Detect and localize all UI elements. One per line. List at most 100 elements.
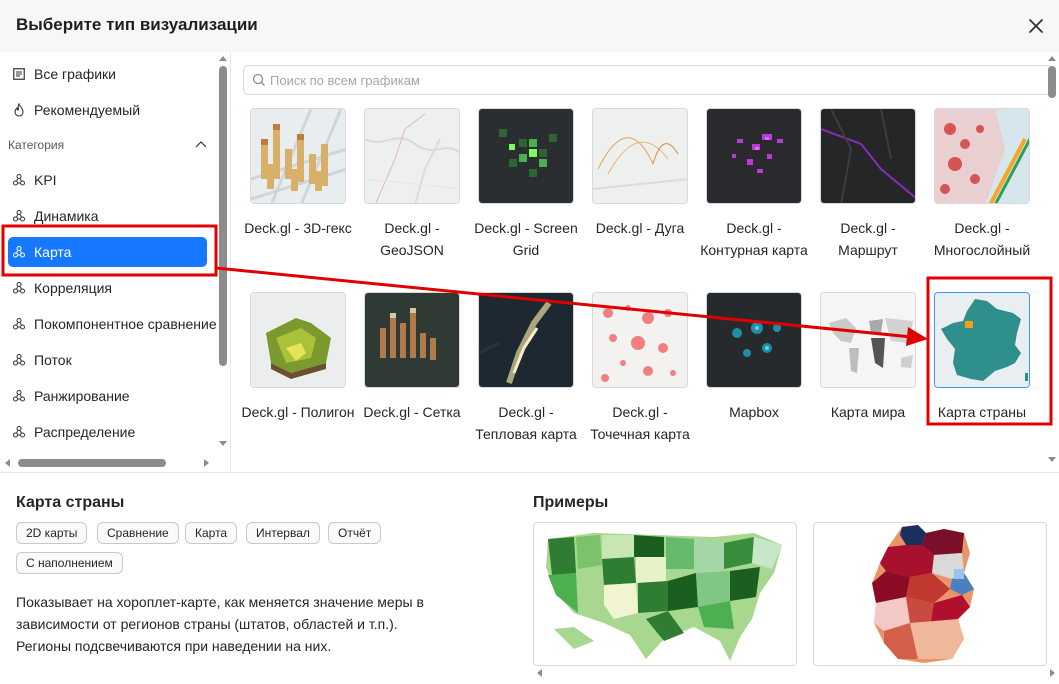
sidebar-item-label: Распределение bbox=[34, 424, 136, 440]
gallery-vertical-scrollbar[interactable] bbox=[1045, 52, 1059, 472]
category-icon bbox=[12, 353, 26, 367]
tag-map: Карта bbox=[185, 522, 238, 544]
sidebar-vertical-scrollbar[interactable] bbox=[216, 52, 230, 450]
close-button[interactable] bbox=[1023, 13, 1049, 39]
details-pane: Карта страны 2D карты Сравнение Карта Ин… bbox=[0, 472, 1059, 684]
tag-filled: С наполнением bbox=[16, 552, 123, 574]
chart-thumbnail bbox=[364, 108, 460, 204]
sidebar-horizontal-scrollbar[interactable] bbox=[0, 455, 216, 471]
search-input[interactable] bbox=[270, 70, 1040, 90]
category-icon bbox=[12, 317, 26, 331]
category-icon bbox=[12, 281, 26, 295]
chart-card-label: Deck.gl - Контурная карта bbox=[700, 220, 808, 258]
chart-card-label: Deck.gl - Screen Grid bbox=[474, 220, 578, 258]
chart-thumbnail bbox=[592, 108, 688, 204]
chart-thumbnail bbox=[706, 108, 802, 204]
dialog-header: Выберите тип визуализации bbox=[0, 0, 1059, 52]
chart-thumbnail bbox=[592, 292, 688, 388]
chart-card-label: Deck.gl - Дуга bbox=[595, 220, 685, 236]
chart-card-deckgl-screen-grid[interactable]: Deck.gl - Screen Grid bbox=[469, 104, 579, 282]
detail-title: Карта страны bbox=[16, 494, 125, 511]
detail-description: Показывает на хороплет-карте, как меняет… bbox=[16, 594, 424, 654]
chart-card-label: Deck.gl - GeoJSON bbox=[380, 220, 444, 258]
examples-horizontal-scrollbar[interactable] bbox=[533, 666, 1059, 680]
chart-card-label: Mapbox bbox=[729, 404, 779, 420]
category-label: Категория bbox=[8, 138, 65, 152]
sidebar-item-dynamics[interactable]: Динамика bbox=[8, 201, 208, 231]
chart-card-deckgl-multilayer[interactable]: Deck.gl - Многослойный bbox=[925, 104, 1035, 282]
chart-thumbnail bbox=[934, 108, 1030, 204]
chart-card-label: Deck.gl - Точечная карта bbox=[590, 404, 690, 442]
fire-icon bbox=[12, 103, 26, 117]
sidebar-item-label: Корреляция bbox=[34, 280, 113, 296]
examples-title: Примеры bbox=[533, 494, 609, 511]
close-icon[interactable] bbox=[1023, 13, 1049, 39]
tag-comparison: Сравнение bbox=[97, 522, 179, 544]
sidebar-item-kpi[interactable]: KPI bbox=[8, 165, 208, 195]
tag-2d-maps: 2D карты bbox=[16, 522, 88, 544]
chart-thumbnail bbox=[820, 108, 916, 204]
chart-card-deckgl-geojson[interactable]: Deck.gl - GeoJSON bbox=[355, 104, 465, 282]
chart-card-label: Deck.gl - Тепловая карта bbox=[475, 404, 577, 442]
sidebar-item-recommended[interactable]: Рекомендуемый bbox=[8, 95, 208, 125]
sidebar-item-label: Ранжирование bbox=[34, 388, 130, 404]
chevron-up-icon[interactable] bbox=[194, 138, 208, 152]
chart-card-country-map[interactable]: Карта страны bbox=[925, 288, 1035, 466]
us-choropleth-image bbox=[546, 533, 782, 661]
sidebar-item-label: Рекомендуемый bbox=[34, 102, 141, 118]
chart-card-label: Deck.gl - Многослойный bbox=[933, 220, 1031, 258]
germany-choropleth-image bbox=[872, 525, 974, 663]
chart-card-label: Deck.gl - 3D-гекс bbox=[244, 220, 352, 236]
chart-thumbnail bbox=[706, 292, 802, 388]
sidebar-item-label: Покомпонентное сравнение bbox=[34, 316, 217, 332]
sidebar-item-correlation[interactable]: Корреляция bbox=[8, 273, 208, 303]
sidebar-item-distribution[interactable]: Распределение bbox=[8, 417, 208, 447]
category-icon bbox=[12, 389, 26, 403]
chart-card-label: Deck.gl - Маршрут bbox=[838, 220, 898, 258]
category-icon bbox=[12, 209, 26, 223]
sidebar-item-label: Динамика bbox=[34, 208, 99, 224]
category-icon bbox=[12, 245, 26, 259]
sidebar-item-flow[interactable]: Поток bbox=[8, 345, 208, 375]
dialog-title: Выберите тип визуализации bbox=[16, 15, 258, 34]
chart-card-deckgl-route[interactable]: Deck.gl - Маршрут bbox=[811, 104, 921, 282]
category-section-header[interactable]: Категория bbox=[8, 138, 208, 152]
chart-thumbnail bbox=[820, 292, 916, 388]
sidebar: Все графики Рекомендуемый Категория KPI … bbox=[0, 52, 231, 472]
chart-thumbnail bbox=[250, 292, 346, 388]
example-germany-map[interactable] bbox=[813, 522, 1047, 666]
sidebar-item-label: Поток bbox=[34, 352, 72, 368]
sidebar-item-label: Карта bbox=[34, 244, 72, 260]
chart-thumbnail bbox=[478, 108, 574, 204]
chart-thumbnail bbox=[250, 108, 346, 204]
chart-card-deckgl-contour[interactable]: Deck.gl - Контурная карта bbox=[697, 104, 808, 282]
chart-card-deckgl-heatmap[interactable]: Deck.gl - Тепловая карта bbox=[469, 288, 579, 466]
sidebar-item-all-charts[interactable]: Все графики bbox=[8, 59, 208, 89]
chart-thumbnail bbox=[478, 292, 574, 388]
chart-card-label: Карта страны bbox=[937, 404, 1027, 420]
chart-gallery: Deck.gl - 3D-гекс Deck.gl - GeoJSON bbox=[231, 52, 1059, 472]
chart-card-deckgl-grid[interactable]: Deck.gl - Сетка bbox=[355, 288, 465, 466]
sidebar-item-label: Все графики bbox=[34, 66, 116, 82]
chart-card-mapbox[interactable]: Mapbox bbox=[697, 288, 807, 466]
chart-card-deckgl-arc[interactable]: Deck.gl - Дуга bbox=[583, 104, 693, 282]
search-icon bbox=[252, 73, 265, 86]
chart-thumbnail bbox=[934, 292, 1030, 388]
chart-card-deckgl-polygon[interactable]: Deck.gl - Полигон bbox=[241, 288, 354, 466]
chart-card-label: Карта мира bbox=[830, 404, 906, 420]
chart-card-world-map[interactable]: Карта мира bbox=[811, 288, 921, 466]
chart-card-label: Deck.gl - Полигон bbox=[241, 404, 355, 420]
chart-thumbnail bbox=[364, 292, 460, 388]
category-icon bbox=[12, 173, 26, 187]
sidebar-item-ranking[interactable]: Ранжирование bbox=[8, 381, 208, 411]
search-box[interactable] bbox=[243, 65, 1053, 95]
sidebar-item-map[interactable]: Карта bbox=[8, 237, 207, 267]
tag-report: Отчёт bbox=[328, 522, 382, 544]
chart-list-icon bbox=[12, 67, 26, 81]
category-icon bbox=[12, 425, 26, 439]
sidebar-item-part-to-whole[interactable]: Покомпонентное сравнение bbox=[8, 309, 228, 339]
example-us-map[interactable] bbox=[533, 522, 797, 666]
chart-card-deckgl-scatter[interactable]: Deck.gl - Точечная карта bbox=[583, 288, 693, 466]
sidebar-item-label: KPI bbox=[34, 172, 57, 188]
chart-card-deckgl-3d-hex[interactable]: Deck.gl - 3D-гекс bbox=[241, 104, 352, 282]
